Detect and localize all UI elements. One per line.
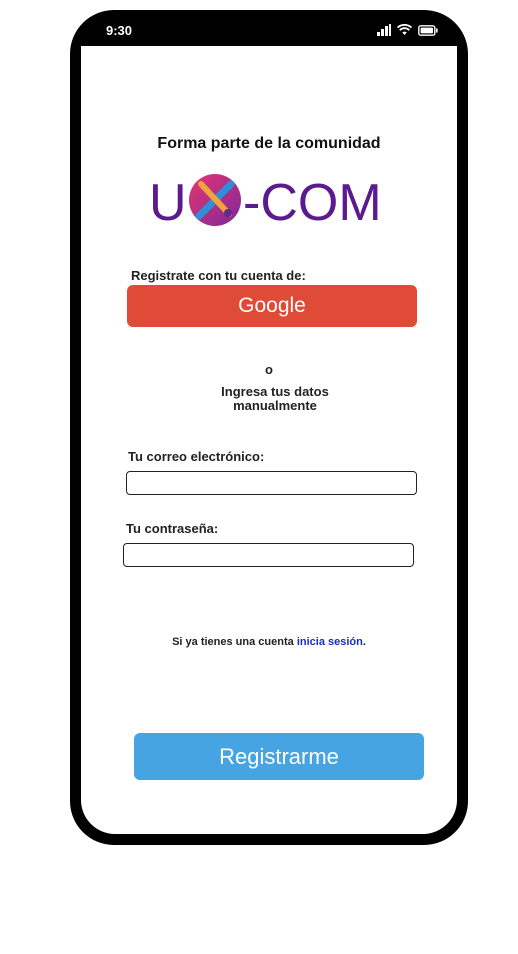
signin-prompt: Si ya tienes una cuenta inicia sesión. [81, 636, 457, 648]
page-title: Forma parte de la comunidad [157, 135, 381, 152]
manual-entry-label: Ingresa tus datos manualmente [221, 384, 329, 413]
app-screen: Forma parte de la comunidad U -COM Regis… [81, 46, 457, 834]
or-divider: o [265, 362, 273, 377]
signin-link[interactable]: inicia sesión [297, 636, 363, 648]
email-field[interactable] [126, 471, 417, 495]
signin-suffix: . [362, 636, 366, 648]
app-logo: U -COM [149, 174, 382, 230]
status-icons [377, 24, 438, 36]
social-signup-label: Registrate con tu cuenta de: [131, 268, 306, 283]
signin-prefix: Si ya tienes una cuenta [172, 636, 297, 648]
google-signup-button[interactable]: Google [127, 285, 417, 327]
wifi-icon [397, 24, 412, 35]
signal-icon [377, 24, 391, 36]
email-label: Tu correo electrónico: [128, 449, 265, 464]
logo-letter-right: -COM [243, 174, 382, 230]
logo-letter-left: U [149, 174, 187, 230]
phone-frame: 9:30 Forma parte de la comunidad U -COM … [70, 10, 468, 845]
password-field[interactable] [123, 543, 414, 567]
register-button[interactable]: Registrarme [134, 733, 424, 780]
status-time: 9:30 [106, 23, 133, 38]
password-label: Tu contraseña: [126, 521, 219, 536]
battery-icon [418, 24, 438, 36]
